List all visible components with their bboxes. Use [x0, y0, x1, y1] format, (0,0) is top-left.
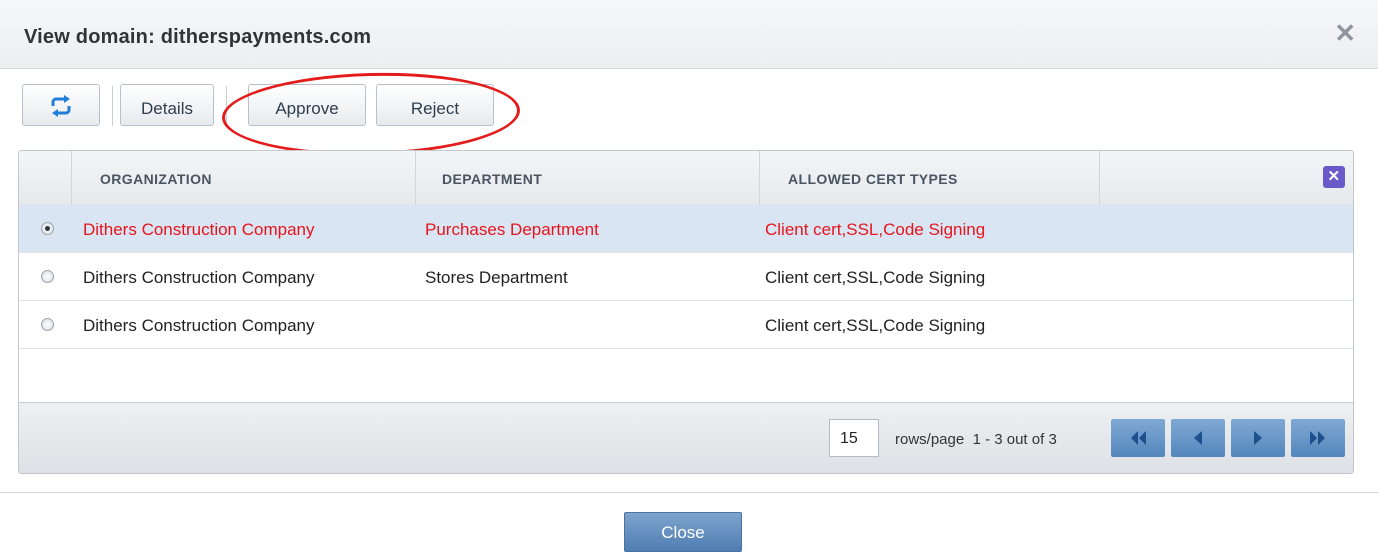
table-row[interactable]: Dithers Construction Company Client cert… [19, 301, 1353, 349]
first-page-button[interactable] [1111, 419, 1165, 457]
column-settings-icon[interactable]: ✕ [1323, 166, 1345, 188]
org-table: ORGANIZATION DEPARTMENT ALLOWED CERT TYP… [18, 150, 1354, 474]
chevron-right-icon [1254, 431, 1262, 445]
double-chevron-left-icon [1131, 431, 1146, 445]
last-page-button[interactable] [1291, 419, 1345, 457]
table-header: ORGANIZATION DEPARTMENT ALLOWED CERT TYP… [19, 151, 1353, 206]
toolbar-separator [112, 86, 113, 126]
row-radio[interactable] [41, 318, 54, 331]
cell-department: Stores Department [425, 268, 568, 287]
toolbar: Details Approve Reject [22, 84, 522, 128]
table-row[interactable]: Dithers Construction Company Purchases D… [19, 205, 1353, 253]
toolbar-separator [226, 86, 227, 126]
column-header-organization[interactable]: ORGANIZATION [71, 151, 415, 205]
dialog-header: View domain: ditherspayments.com ✕ [0, 0, 1378, 69]
table-row[interactable]: Dithers Construction Company Stores Depa… [19, 253, 1353, 301]
cell-department: Purchases Department [425, 220, 599, 239]
reject-button[interactable]: Reject [376, 84, 494, 126]
cell-cert-types: Client cert,SSL,Code Signing [765, 220, 986, 239]
pager-status: rows/page 1 - 3 out of 3 [895, 431, 1057, 448]
approve-button[interactable]: Approve [248, 84, 366, 126]
cell-organization: Dithers Construction Company [83, 316, 315, 335]
footer-divider [0, 492, 1378, 493]
cell-organization: Dithers Construction Company [83, 220, 315, 239]
close-icon[interactable]: ✕ [1334, 20, 1356, 46]
rows-per-page-input[interactable]: 15 [829, 419, 879, 457]
close-button[interactable]: Close [624, 512, 742, 552]
header-select-column [19, 151, 71, 205]
row-radio[interactable] [41, 270, 54, 283]
refresh-icon [51, 95, 71, 117]
chevron-left-icon [1194, 431, 1202, 445]
row-radio[interactable] [41, 222, 54, 235]
table-pager: 15 rows/page 1 - 3 out of 3 [19, 402, 1353, 473]
dialog-title: View domain: ditherspayments.com [24, 26, 372, 48]
cell-cert-types: Client cert,SSL,Code Signing [765, 268, 986, 287]
header-tools-column: ✕ [1099, 151, 1353, 205]
column-header-department[interactable]: DEPARTMENT [415, 151, 759, 205]
refresh-button[interactable] [22, 84, 100, 126]
cell-organization: Dithers Construction Company [83, 268, 315, 287]
details-button[interactable]: Details [120, 84, 214, 126]
previous-page-button[interactable] [1171, 419, 1225, 457]
rows-per-page-label: rows/page [895, 431, 965, 448]
cell-cert-types: Client cert,SSL,Code Signing [765, 316, 986, 335]
double-chevron-right-icon [1310, 431, 1325, 445]
next-page-button[interactable] [1231, 419, 1285, 457]
column-header-cert-types[interactable]: ALLOWED CERT TYPES [759, 151, 1099, 205]
page-range: 1 - 3 out of 3 [972, 431, 1057, 448]
